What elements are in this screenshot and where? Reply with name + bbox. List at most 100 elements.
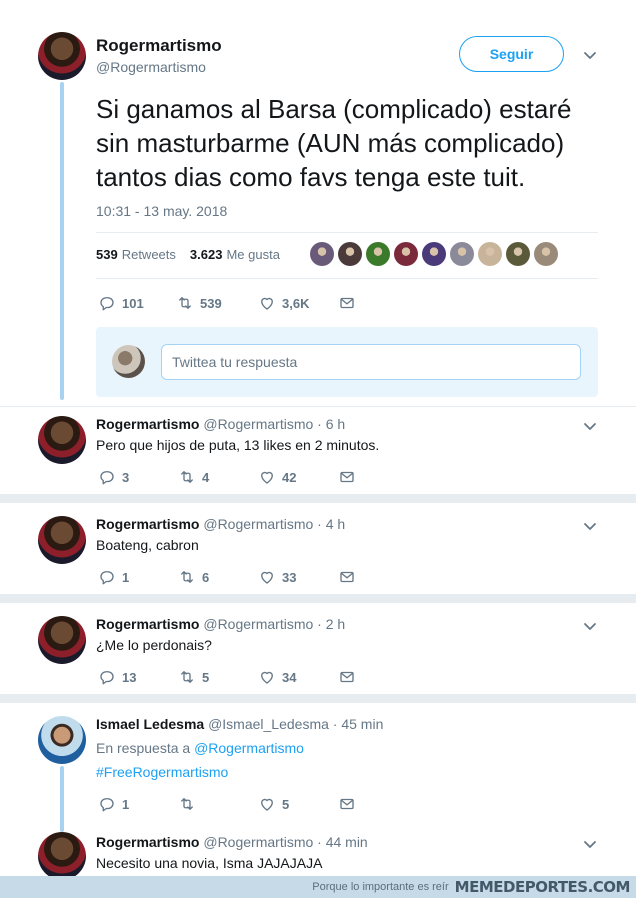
retweets-stat[interactable]: 539 Retweets [96, 247, 176, 262]
liker-avatar[interactable] [338, 242, 362, 266]
retweet-button[interactable]: 4 [178, 468, 258, 486]
message-button[interactable] [338, 795, 368, 813]
message-button[interactable] [338, 668, 368, 686]
author-handle[interactable]: @Rogermartismo · 6 h [203, 416, 345, 432]
like-button[interactable]: 34 [258, 668, 338, 686]
tweet-header: Rogermartismo @Rogermartismo · 44 min [96, 834, 368, 850]
tweet-date[interactable]: 10:31 - 13 may. 2018 [96, 203, 227, 219]
watermark-bar: Porque lo importante es reír MEMEDEPORTE… [0, 876, 636, 898]
reply-count: 101 [122, 295, 144, 311]
watermark-brand: MEMEDEPORTES.COM [454, 878, 631, 896]
author-handle[interactable]: @Rogermartismo · 44 min [203, 834, 367, 850]
author-handle[interactable]: @Ismael_Ledesma · 45 min [208, 716, 383, 732]
liker-avatar[interactable] [394, 242, 418, 266]
avatar[interactable] [38, 32, 86, 80]
avatar[interactable] [38, 716, 86, 764]
reply-icon [100, 571, 114, 585]
retweet-count: 5 [202, 669, 210, 685]
like-count: 3,6K [282, 295, 310, 311]
avatar[interactable] [38, 516, 86, 564]
author-name[interactable]: Rogermartismo [96, 36, 222, 56]
tweet-stats: 539 Retweets 3.623 Me gusta [96, 247, 288, 262]
tweet-text: Necesito una novia, Isma JAJAJAJA [96, 855, 323, 871]
reply-input[interactable]: Twittea tu respuesta [161, 344, 581, 380]
author-handle[interactable]: @Rogermartismo [96, 59, 206, 75]
mail-icon [340, 297, 354, 309]
liker-avatar[interactable] [534, 242, 558, 266]
message-button[interactable] [338, 294, 368, 312]
retweet-button[interactable]: 6 [178, 568, 258, 586]
tweet-text: Boateng, cabron [96, 537, 199, 553]
thread-line [60, 82, 64, 400]
author-name[interactable]: Rogermartismo [96, 616, 199, 632]
chevron-down-icon[interactable] [582, 47, 598, 63]
liker-avatar[interactable] [506, 242, 530, 266]
reply-button[interactable]: 3 [98, 468, 178, 486]
mail-icon [340, 471, 354, 483]
heart-icon [261, 571, 273, 584]
author-name[interactable]: Ismael Ledesma [96, 716, 204, 732]
liker-avatar[interactable] [310, 242, 334, 266]
reply-count: 1 [122, 796, 130, 812]
tweet-header: Rogermartismo @Rogermartismo · 2 h [96, 616, 345, 632]
heart-icon [261, 471, 273, 484]
author-handle[interactable]: @Rogermartismo · 2 h [203, 616, 345, 632]
retweet-button[interactable]: 5 [178, 668, 258, 686]
reply-placeholder: Twittea tu respuesta [172, 354, 298, 370]
retweet-button[interactable]: 539 [176, 294, 258, 312]
divider [0, 406, 636, 407]
like-count: 34 [282, 669, 297, 685]
tweet-text: ¿Me lo perdonais? [96, 637, 212, 653]
heart-icon [261, 798, 273, 811]
watermark-slogan: Porque lo importante es reír [312, 881, 449, 893]
like-button[interactable]: 3,6K [258, 294, 338, 312]
avatar[interactable] [38, 616, 86, 664]
chevron-down-icon[interactable] [582, 518, 598, 534]
tweet-header: Rogermartismo @Rogermartismo · 6 h [96, 416, 345, 432]
retweet-icon [181, 571, 193, 583]
reply-button[interactable]: 1 [98, 795, 178, 813]
liker-avatar[interactable] [450, 242, 474, 266]
like-button[interactable]: 5 [258, 795, 338, 813]
retweet-count: 4 [202, 469, 210, 485]
thread-line [60, 766, 64, 832]
reply-button[interactable]: 101 [98, 294, 176, 312]
follow-button[interactable]: Seguir [459, 36, 564, 72]
mail-icon [340, 798, 354, 810]
chevron-down-icon[interactable] [582, 618, 598, 634]
liker-avatar[interactable] [478, 242, 502, 266]
liker-avatar[interactable] [366, 242, 390, 266]
chevron-down-icon[interactable] [582, 836, 598, 852]
hashtag-link[interactable]: #FreeRogermartismo [96, 764, 228, 780]
reply-button[interactable]: 13 [98, 668, 178, 686]
chevron-down-icon[interactable] [582, 418, 598, 434]
retweets-count: 539 [96, 247, 118, 262]
author-handle[interactable]: @Rogermartismo · 4 h [203, 516, 345, 532]
divider [96, 278, 598, 279]
divider [96, 232, 598, 233]
reply-button[interactable]: 1 [98, 568, 178, 586]
author-name[interactable]: Rogermartismo [96, 834, 199, 850]
likes-stat[interactable]: 3.623 Me gusta [190, 247, 280, 262]
message-button[interactable] [338, 468, 368, 486]
like-button[interactable]: 42 [258, 468, 338, 486]
like-count: 5 [282, 796, 290, 812]
tweet-actions: 1 5 [98, 795, 368, 813]
tweet-text: Pero que hijos de puta, 13 likes en 2 mi… [96, 437, 380, 453]
mention-link[interactable]: @Rogermartismo [194, 740, 304, 756]
tweet-separator [0, 494, 636, 503]
tweet-actions: 101 539 3,6K [98, 294, 368, 312]
author-name[interactable]: Rogermartismo [96, 516, 199, 532]
heart-icon [261, 297, 273, 310]
like-button[interactable]: 33 [258, 568, 338, 586]
reply-icon [100, 671, 114, 685]
author-name[interactable]: Rogermartismo [96, 416, 199, 432]
liker-avatar[interactable] [422, 242, 446, 266]
avatar[interactable] [38, 832, 86, 880]
retweet-icon [179, 297, 191, 309]
reply-count: 3 [122, 469, 130, 485]
avatar[interactable] [38, 416, 86, 464]
message-button[interactable] [338, 568, 368, 586]
retweet-button[interactable] [178, 795, 258, 813]
retweet-icon [181, 798, 193, 810]
